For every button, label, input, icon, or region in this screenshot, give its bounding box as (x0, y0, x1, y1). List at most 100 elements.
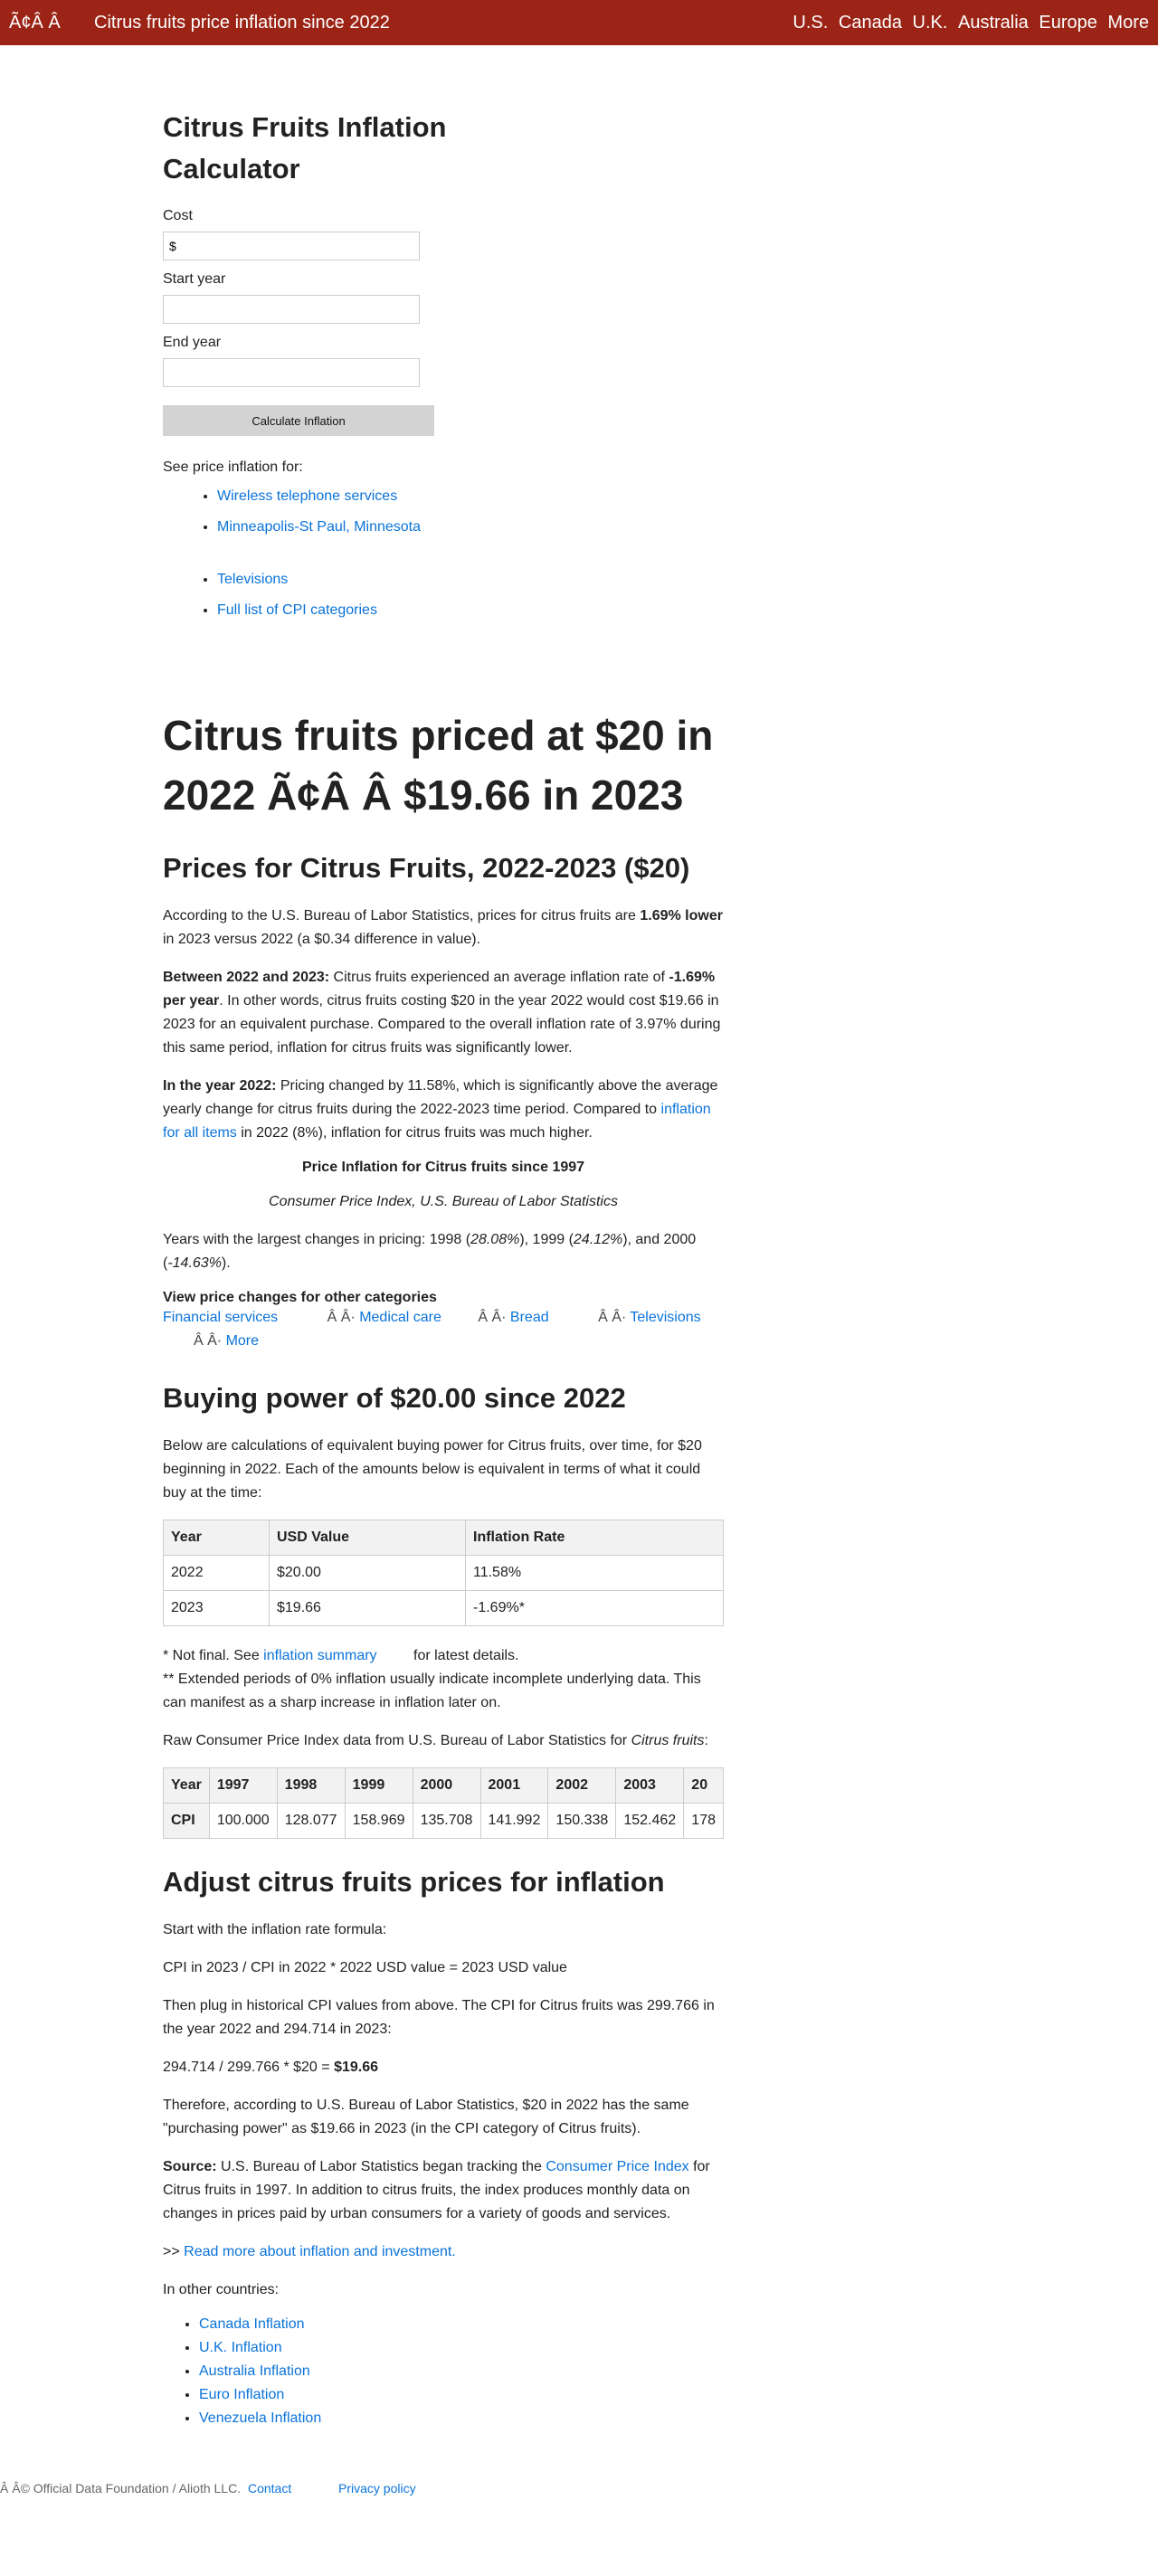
largest-changes-paragraph: Years with the largest changes in pricin… (163, 1228, 724, 1275)
link-medical-care[interactable]: Medical care (359, 1310, 441, 1325)
link-consumer-price-index[interactable]: Consumer Price Index (546, 2159, 688, 2174)
text: According to the U.S. Bureau of Labor St… (163, 908, 641, 923)
nav-australia[interactable]: Australia (958, 13, 1029, 33)
text: Years with the largest changes in pricin… (163, 1232, 471, 1247)
link-televisions-category[interactable]: Televisions (630, 1310, 700, 1325)
link-canada-inflation[interactable]: Canada Inflation (199, 2316, 305, 2332)
table-cell: 150.338 (547, 1803, 617, 1839)
table-cell: 128.077 (276, 1803, 346, 1839)
column-header: 2000 (412, 1767, 481, 1804)
raw-cpi-table-scroll[interactable]: Year 1997 1998 1999 2000 2001 2002 2003 … (163, 1767, 724, 1839)
link-wireless-telephone[interactable]: Wireless telephone services (217, 488, 397, 504)
text: for latest details. (409, 1648, 519, 1663)
column-header: 1999 (344, 1767, 413, 1804)
table-cell: -1.69%* (465, 1590, 724, 1626)
list-item: Televisions (217, 572, 724, 588)
change-1998: 28.08% (470, 1232, 520, 1247)
nav-canada[interactable]: Canada (839, 13, 902, 33)
list-item: Canada Inflation (199, 2316, 724, 2333)
link-contact[interactable]: Contact (248, 2481, 291, 2496)
calculated-value: $19.66 (334, 2060, 378, 2075)
cost-input[interactable] (163, 232, 420, 260)
link-australia-inflation[interactable]: Australia Inflation (199, 2363, 310, 2379)
table-cell: $20.00 (269, 1555, 466, 1591)
year-label: In the year 2022: (163, 1078, 277, 1094)
chart-subtitle: Consumer Price Index, U.S. Bureau of Lab… (269, 1194, 618, 1209)
summary-paragraph: According to the U.S. Bureau of Labor St… (163, 904, 724, 952)
separator: Â Â· (478, 1310, 507, 1325)
site-logo[interactable]: Ã¢Â Â (9, 13, 61, 33)
text: 294.714 / 299.766 * $20 = (163, 2060, 335, 2075)
other-countries-label: In other countries: (163, 2282, 280, 2297)
period-label: Between 2022 and 2023: (163, 970, 330, 985)
country-nav: U.S. Canada U.K. Australia Europe More (787, 13, 1149, 33)
article: Citrus fruits priced at $20 in 2022 Ã¢Â … (163, 633, 724, 2427)
table-cell: 135.708 (412, 1803, 481, 1839)
link-euro-inflation[interactable]: Euro Inflation (199, 2387, 284, 2402)
end-year-label: End year (163, 335, 222, 350)
text: Citrus fruits experienced an average inf… (329, 970, 669, 985)
chart-title: Price Inflation for Citrus fruits since … (301, 1160, 585, 1175)
link-financial-services[interactable]: Financial services (163, 1310, 278, 1325)
separator: Â Â· (598, 1310, 627, 1325)
link-televisions[interactable]: Televisions (217, 572, 288, 587)
column-header: 1998 (276, 1767, 346, 1804)
main-content: Citrus Fruits Inflation Calculator Cost … (163, 45, 724, 2427)
change-1999: 24.12% (573, 1232, 623, 1247)
link-uk-inflation[interactable]: U.K. Inflation (199, 2340, 282, 2355)
table-cell: 158.969 (344, 1803, 413, 1839)
text: Raw Consumer Price Index data from U.S. … (163, 1733, 631, 1748)
link-inflation-summary[interactable]: inflation summary (263, 1648, 376, 1663)
text: U.S. Bureau of Labor Statistics began tr… (216, 2159, 546, 2174)
note-extended-periods: ** Extended periods of 0% inflation usua… (163, 1672, 701, 1710)
table-cell: 141.992 (479, 1803, 549, 1839)
link-read-more[interactable]: Read more about inflation and investment… (184, 2244, 456, 2259)
text: in 2023 versus 2022 (a $0.34 difference … (163, 932, 481, 947)
nav-uk[interactable]: U.K. (913, 13, 948, 33)
link-privacy-policy[interactable]: Privacy policy (338, 2481, 416, 2496)
end-year-input[interactable] (163, 358, 420, 387)
raw-cpi-intro: Raw Consumer Price Index data from U.S. … (163, 1729, 724, 1753)
link-venezuela-inflation[interactable]: Venezuela Inflation (199, 2410, 321, 2426)
table-header-row: Year 1997 1998 1999 2000 2001 2002 2003 … (163, 1767, 724, 1804)
nav-us[interactable]: U.S. (793, 13, 828, 33)
article-headline: Citrus fruits priced at $20 in 2022 Ã¢Â … (163, 712, 714, 819)
text: ), 1999 ( (519, 1232, 574, 1247)
start-year-input[interactable] (163, 295, 420, 324)
separator: Â Â· (194, 1333, 223, 1349)
view-categories-title: View price changes for other categories (163, 1290, 437, 1305)
link-more-categories[interactable]: More (226, 1333, 259, 1349)
change-2000: -14.63% (167, 1255, 222, 1271)
nav-europe[interactable]: Europe (1039, 13, 1097, 33)
text: . In other words, citrus fruits costing … (163, 993, 721, 1056)
table-cell: 152.462 (615, 1803, 685, 1839)
formula-intro: Start with the inflation rate formula: (163, 1922, 387, 1937)
text: ). (221, 1255, 231, 1271)
list-item: Australia Inflation (199, 2363, 724, 2380)
table-cell: 178 (683, 1803, 724, 1839)
formula: CPI in 2023 / CPI in 2022 * 2022 USD val… (163, 1960, 567, 1975)
list-item: U.K. Inflation (199, 2340, 724, 2356)
table-cell: 2023 (163, 1590, 270, 1626)
link-minneapolis[interactable]: Minneapolis-St Paul, Minnesota (217, 519, 421, 535)
copyright: Â Â© Official Data Foundation / Alioth L… (0, 2481, 242, 2496)
text: in 2022 (8%), inflation for citrus fruit… (236, 1125, 593, 1141)
table-cell: 100.000 (208, 1803, 278, 1839)
calculate-inflation-button[interactable]: Calculate Inflation (163, 405, 434, 436)
see-inflation-label: See price inflation for: (163, 459, 303, 475)
link-cpi-categories[interactable]: Full list of CPI categories (217, 602, 377, 618)
related-links-list-2: Televisions Full list of CPI categories (163, 572, 724, 619)
related-links-list: Wireless telephone services Minneapolis-… (163, 488, 724, 535)
source-label: Source: (163, 2159, 217, 2174)
column-header: 2003 (615, 1767, 685, 1804)
notes: * Not final. See inflation summary for l… (163, 1644, 724, 1715)
prices-heading: Prices for Citrus Fruits, 2022-2023 ($20… (163, 852, 690, 884)
nav-more[interactable]: More (1107, 13, 1149, 33)
calculation: 294.714 / 299.766 * $20 = $19.66 (163, 2056, 724, 2079)
site-title[interactable]: Citrus fruits price inflation since 2022 (94, 13, 390, 33)
period-paragraph: Between 2022 and 2023: Citrus fruits exp… (163, 966, 724, 1060)
text: : (704, 1733, 708, 1748)
link-bread[interactable]: Bread (510, 1310, 549, 1325)
table-cell: 2022 (163, 1555, 270, 1591)
column-header: Inflation Rate (465, 1520, 724, 1556)
